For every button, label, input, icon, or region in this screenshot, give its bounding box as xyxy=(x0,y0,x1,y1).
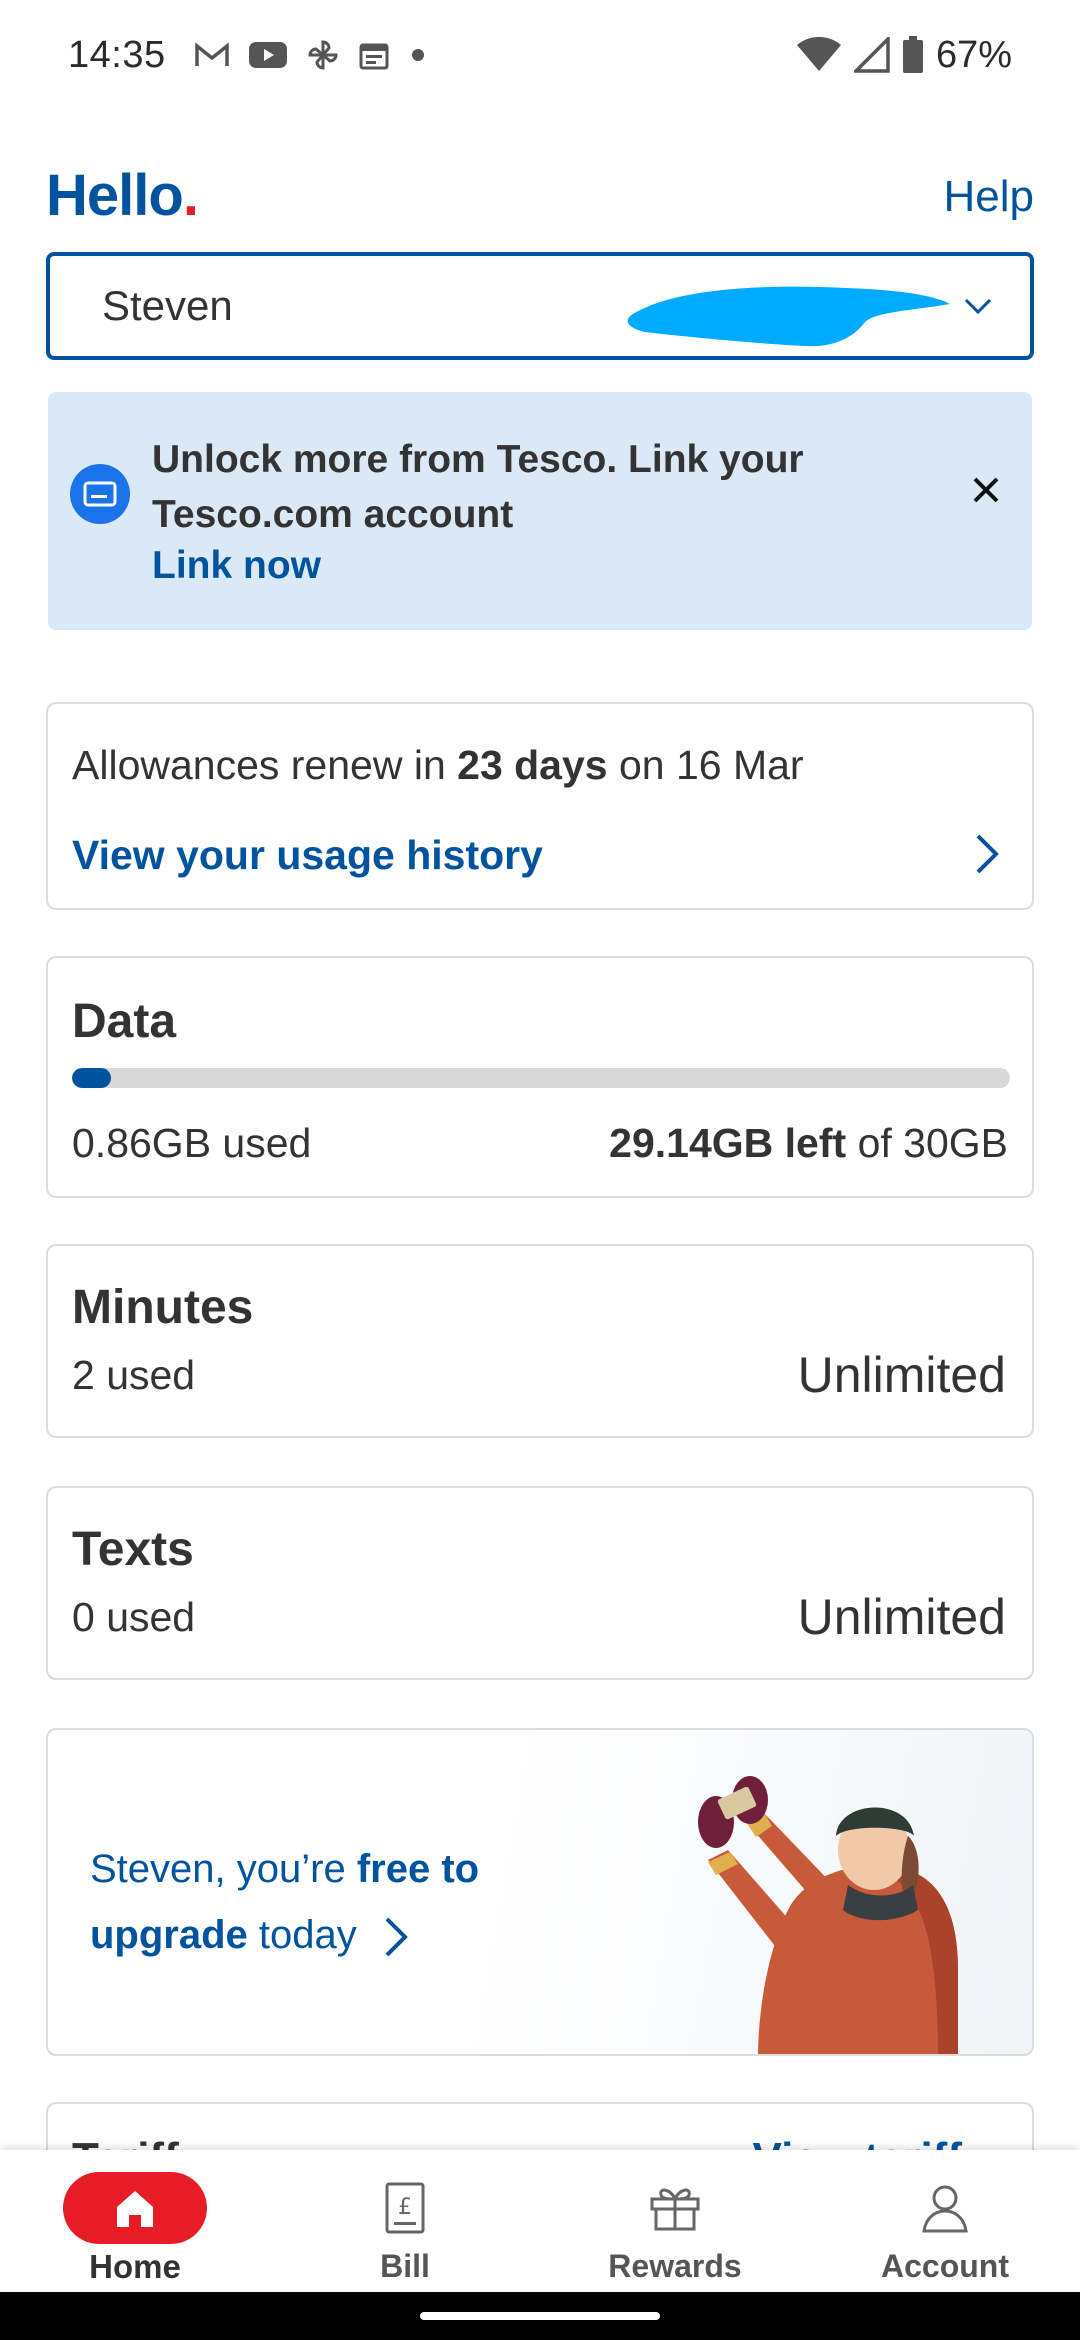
minutes-used: 2 used xyxy=(72,1352,196,1398)
nav-account[interactable]: Account xyxy=(810,2150,1080,2292)
gmail-icon xyxy=(194,42,229,66)
data-progress-fill xyxy=(72,1068,112,1088)
renew-date: on 16 Mar xyxy=(607,742,804,788)
home-icon xyxy=(63,2172,207,2244)
texts-used: 0 used xyxy=(72,1594,196,1640)
upgrade-promo-card[interactable]: Steven, you’re free to upgrade today xyxy=(46,1728,1034,2056)
data-remaining: 29.14GB left of 30GB xyxy=(609,1120,1008,1167)
texts-title: Texts xyxy=(72,1523,194,1576)
minutes-title: Minutes xyxy=(72,1281,254,1334)
dot-icon xyxy=(411,49,424,61)
data-total: of 30GB xyxy=(846,1120,1008,1166)
battery-icon xyxy=(902,36,923,73)
account-selector[interactable]: Steven xyxy=(46,252,1034,360)
signal-icon xyxy=(853,37,890,73)
data-progress-bar xyxy=(72,1068,1010,1088)
promo-photo-illustration xyxy=(698,1776,958,2054)
nav-rewards-label: Rewards xyxy=(608,2248,742,2284)
svg-text:£: £ xyxy=(398,2195,412,2220)
minutes-allowance: Unlimited xyxy=(797,1347,1006,1403)
youtube-icon xyxy=(248,42,287,68)
notification-icons xyxy=(194,38,428,72)
chevron-right-icon[interactable] xyxy=(972,832,1002,876)
pinwheel-icon xyxy=(308,40,338,70)
close-icon[interactable] xyxy=(970,474,1002,506)
calendar-icon xyxy=(359,43,389,70)
banner-message: Unlock more from Tesco. Link your Tesco.… xyxy=(152,438,804,536)
gift-icon xyxy=(648,2172,702,2244)
nav-home-label: Home xyxy=(89,2248,181,2285)
bottom-navigation: Home £ Bill Rewards Account xyxy=(0,2150,1080,2292)
card-icon xyxy=(70,464,130,524)
minutes-card: Minutes 2 used Unlimited xyxy=(46,1244,1034,1438)
greeting-heading: Hello. xyxy=(46,162,199,229)
texts-card: Texts 0 used Unlimited xyxy=(46,1486,1034,1680)
person-icon xyxy=(921,2172,969,2244)
data-usage-card: Data 0.86GB used 29.14GB left of 30GB xyxy=(46,956,1034,1198)
chevron-right-icon xyxy=(385,1918,408,1957)
greeting-dot: . xyxy=(182,163,199,228)
greeting-text: Hello xyxy=(46,163,184,228)
nav-home[interactable]: Home xyxy=(0,2150,270,2292)
link-account-banner: Unlock more from Tesco. Link your Tesco.… xyxy=(48,392,1032,630)
renew-days: 23 days xyxy=(457,742,608,788)
battery-percent: 67% xyxy=(935,33,1012,76)
allowance-renew-card: Allowances renew in 23 days on 16 Mar Vi… xyxy=(46,702,1034,910)
home-gesture-handle[interactable] xyxy=(420,2312,660,2320)
wifi-icon xyxy=(796,37,841,71)
chevron-down-icon xyxy=(964,298,992,315)
renew-text: Allowances renew in 23 days on 16 Mar xyxy=(72,742,804,789)
data-title: Data xyxy=(72,995,177,1048)
upgrade-promo-text: Steven, you’re free to upgrade today xyxy=(90,1836,510,1968)
redaction-scribble xyxy=(627,286,950,347)
bill-icon: £ xyxy=(384,2172,426,2244)
promo-prefix: Steven, you’re xyxy=(90,1847,357,1891)
promo-suffix: today xyxy=(247,1913,357,1957)
account-name: Steven xyxy=(102,282,233,329)
nav-bill-label: Bill xyxy=(380,2248,430,2284)
data-used: 0.86GB used xyxy=(72,1120,312,1166)
renew-prefix: Allowances renew in xyxy=(72,742,458,788)
link-now-link[interactable]: Link now xyxy=(152,544,321,588)
nav-rewards[interactable]: Rewards xyxy=(540,2150,810,2292)
usage-history-link[interactable]: View your usage history xyxy=(72,832,543,879)
nav-bill[interactable]: £ Bill xyxy=(270,2150,540,2292)
status-bar: 14:35 67% xyxy=(0,0,1080,110)
texts-allowance: Unlimited xyxy=(797,1589,1006,1645)
nav-account-label: Account xyxy=(881,2248,1009,2284)
help-link[interactable]: Help xyxy=(944,172,1035,222)
system-gesture-bar xyxy=(0,2292,1080,2340)
data-left-value: 29.14GB left xyxy=(609,1120,847,1166)
status-time: 14:35 xyxy=(68,33,166,76)
